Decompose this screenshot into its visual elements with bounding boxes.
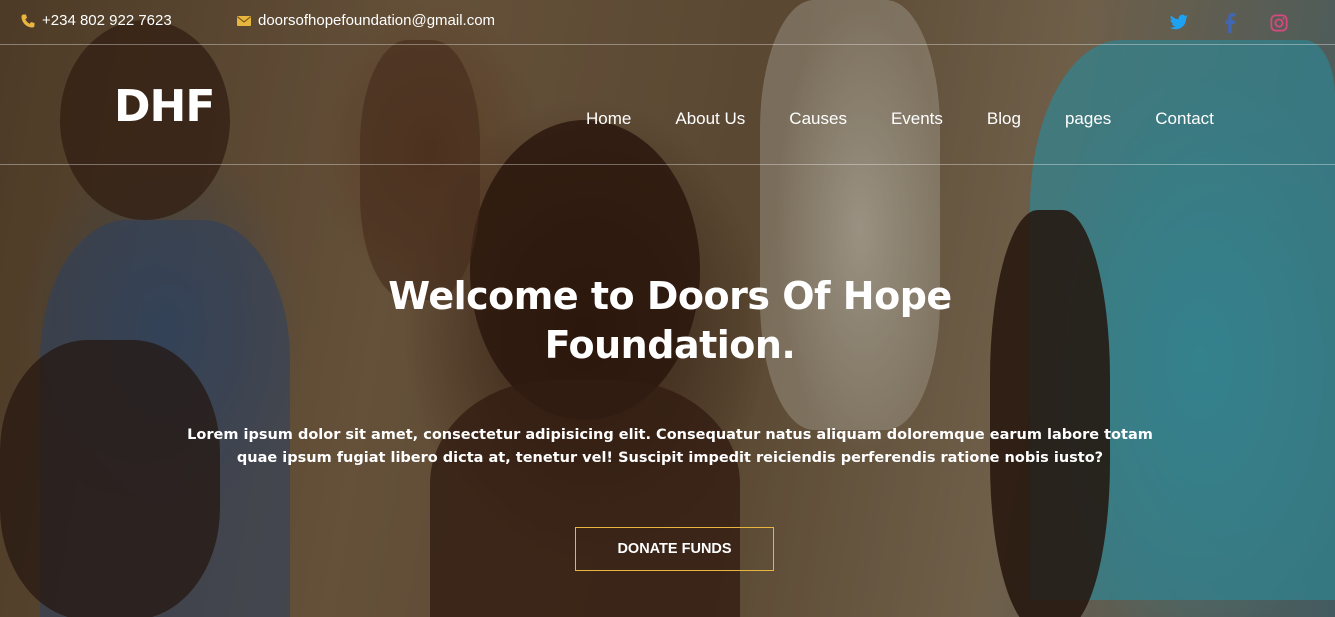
- main-navbar: DHF Home About Us Causes Events Blog pag…: [0, 45, 1335, 165]
- facebook-icon[interactable]: [1219, 12, 1241, 34]
- top-bar: +234 802 922 7623 doorsofhopefoundation@…: [0, 0, 1335, 45]
- hero-title: Welcome to Doors Of Hope Foundation.: [300, 272, 1040, 370]
- twitter-icon[interactable]: [1168, 12, 1190, 34]
- envelope-icon: [236, 13, 252, 29]
- email-contact[interactable]: doorsofhopefoundation@gmail.com: [236, 12, 495, 29]
- nav-menu: Home About Us Causes Events Blog pages C…: [586, 109, 1258, 129]
- nav-link-events[interactable]: Events: [891, 109, 943, 129]
- nav-link-pages[interactable]: pages: [1065, 109, 1111, 129]
- hero-description-line-2: quae ipsum fugiat libero dicta at, tenet…: [236, 450, 1104, 466]
- email-address: doorsofhopefoundation@gmail.com: [258, 12, 496, 29]
- instagram-icon[interactable]: [1268, 12, 1290, 34]
- donate-funds-button[interactable]: DONATE FUNDS: [575, 527, 774, 571]
- phone-number: +234 802 922 7623: [42, 12, 172, 29]
- hero-title-line-2: Foundation.: [544, 323, 796, 367]
- site-logo[interactable]: DHF: [114, 85, 215, 129]
- phone-icon: [20, 13, 36, 29]
- nav-link-home[interactable]: Home: [586, 109, 631, 129]
- hero-description: Lorem ipsum dolor sit amet, consectetur …: [180, 424, 1160, 470]
- hero-description-line-1: Lorem ipsum dolor sit amet, consectetur …: [187, 427, 1153, 443]
- hero-title-line-1: Welcome to Doors Of Hope: [388, 274, 952, 318]
- nav-link-causes[interactable]: Causes: [789, 109, 847, 129]
- nav-link-about-us[interactable]: About Us: [675, 109, 745, 129]
- nav-link-blog[interactable]: Blog: [987, 109, 1021, 129]
- phone-contact[interactable]: +234 802 922 7623: [20, 12, 172, 29]
- nav-link-contact[interactable]: Contact: [1155, 109, 1214, 129]
